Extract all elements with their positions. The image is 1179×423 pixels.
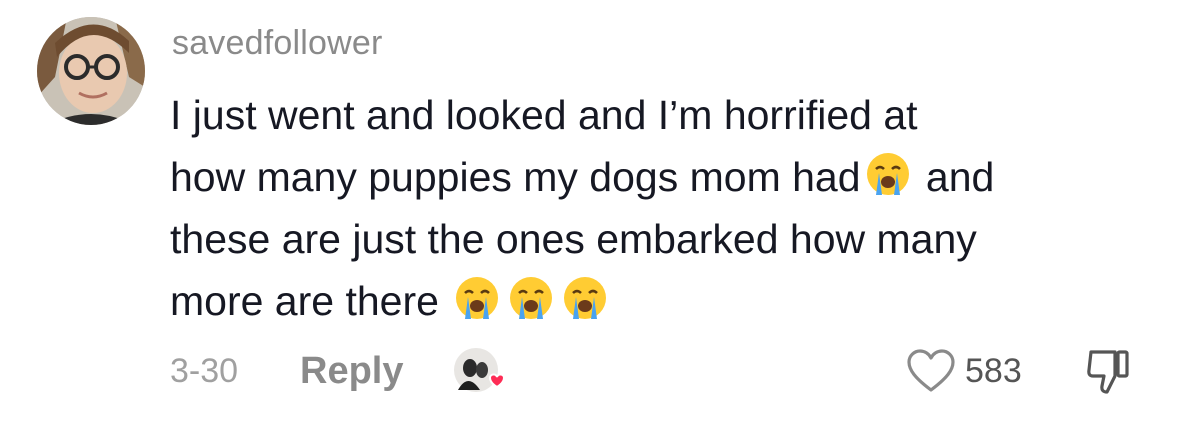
comment-line-3: these are just the ones embarked how man… bbox=[170, 216, 977, 262]
heart-outline-icon bbox=[907, 349, 955, 392]
comment-line-4: more are there bbox=[170, 270, 1160, 332]
creator-liked-icon bbox=[450, 346, 510, 398]
like-count: 583 bbox=[965, 352, 1022, 390]
comment-date: 3-30 bbox=[170, 352, 239, 390]
comment-footer: 3-30 Reply 583 bbox=[170, 344, 1140, 400]
loudly-crying-face-icon bbox=[454, 275, 500, 321]
dislike-button[interactable] bbox=[1085, 348, 1131, 401]
comment-line-2-text: how many puppies my dogs mom had bbox=[170, 154, 861, 200]
like-button[interactable] bbox=[905, 348, 957, 399]
loudly-crying-face-icon bbox=[508, 275, 554, 321]
loudly-crying-face-icon bbox=[562, 275, 608, 321]
reply-button[interactable]: Reply bbox=[300, 350, 403, 393]
thumbs-down-icon bbox=[1087, 350, 1129, 394]
comment-line-2: how many puppies my dogs mom had and bbox=[170, 146, 1160, 208]
comment-line-2-tail: and bbox=[925, 154, 995, 200]
avatar[interactable] bbox=[37, 17, 145, 125]
comment-line-1: I just went and looked and I’m horrified… bbox=[170, 92, 918, 138]
comment-username[interactable]: savedfollower bbox=[172, 24, 383, 63]
loudly-crying-face-icon bbox=[865, 151, 911, 197]
comment-text: I just went and looked and I’m horrified… bbox=[170, 84, 1160, 332]
comment-line-4-text: more are there bbox=[170, 278, 439, 324]
